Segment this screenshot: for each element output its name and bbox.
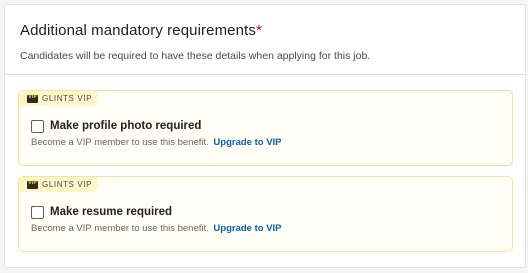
- section-subtitle: Candidates will be required to have thes…: [20, 50, 371, 62]
- section-title: Additional mandatory requirements*: [20, 21, 510, 41]
- vip-badge-icon: VIP: [27, 94, 38, 103]
- resume-option-row[interactable]: Make resume required: [31, 205, 172, 219]
- upgrade-to-vip-link[interactable]: Upgrade to VIP: [213, 137, 281, 148]
- profile-photo-option-row[interactable]: Make profile photo required: [31, 119, 201, 133]
- glints-vip-tag: VIP GLINTS VIP: [19, 177, 99, 192]
- vip-note: Become a VIP member to use this benefit.…: [31, 222, 282, 235]
- vip-note-text: Become a VIP member to use this benefit.: [31, 223, 209, 234]
- glints-vip-tag: VIP GLINTS VIP: [19, 91, 99, 106]
- profile-photo-checkbox[interactable]: [31, 119, 44, 133]
- vip-option-resume: VIP GLINTS VIP Make resume required Beco…: [18, 176, 513, 252]
- required-asterisk: *: [255, 22, 262, 39]
- vip-tag-text: GLINTS VIP: [42, 180, 93, 189]
- resume-label[interactable]: Make resume required: [50, 205, 172, 219]
- resume-checkbox[interactable]: [31, 205, 44, 219]
- mandatory-requirements-card: Additional mandatory requirements* Candi…: [4, 4, 526, 268]
- card-header: Additional mandatory requirements* Candi…: [5, 5, 525, 75]
- vip-tag-text: GLINTS VIP: [42, 94, 93, 103]
- vip-note-text: Become a VIP member to use this benefit.: [31, 137, 209, 148]
- profile-photo-label[interactable]: Make profile photo required: [50, 119, 201, 133]
- vip-option-profile-photo: VIP GLINTS VIP Make profile photo requir…: [18, 90, 513, 166]
- upgrade-to-vip-link[interactable]: Upgrade to VIP: [213, 223, 281, 234]
- vip-note: Become a VIP member to use this benefit.…: [31, 136, 282, 149]
- vip-badge-icon: VIP: [27, 180, 38, 189]
- section-title-text: Additional mandatory requirements: [20, 22, 256, 39]
- card-body: VIP GLINTS VIP Make profile photo requir…: [5, 75, 525, 252]
